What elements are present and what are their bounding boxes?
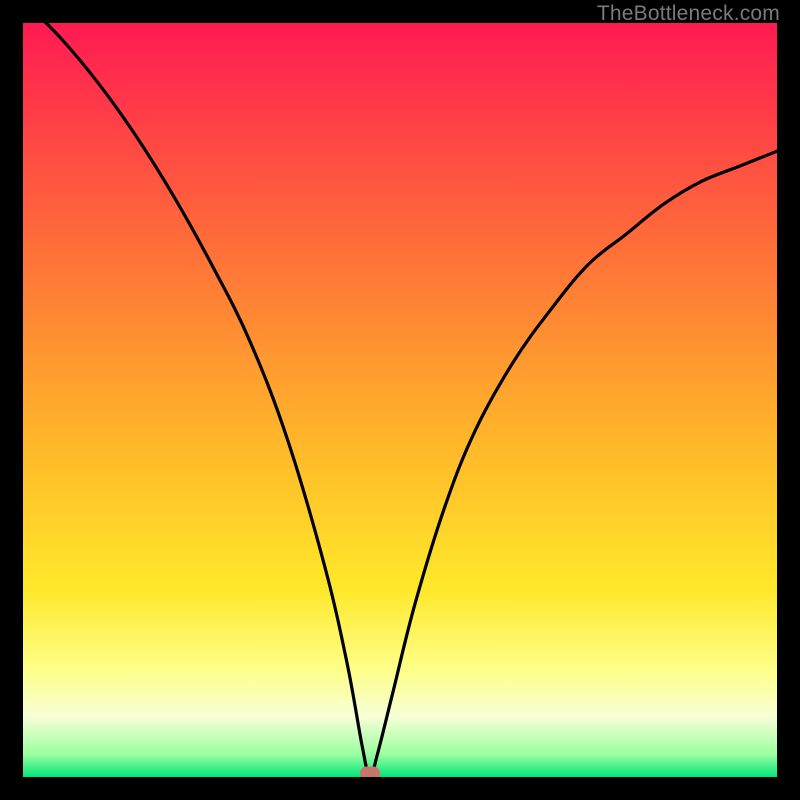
optimum-marker <box>360 767 380 778</box>
watermark-text: TheBottleneck.com <box>597 2 780 26</box>
bottleneck-curve <box>23 23 777 777</box>
chart-frame: TheBottleneck.com <box>0 0 800 800</box>
plot-area <box>23 23 777 777</box>
